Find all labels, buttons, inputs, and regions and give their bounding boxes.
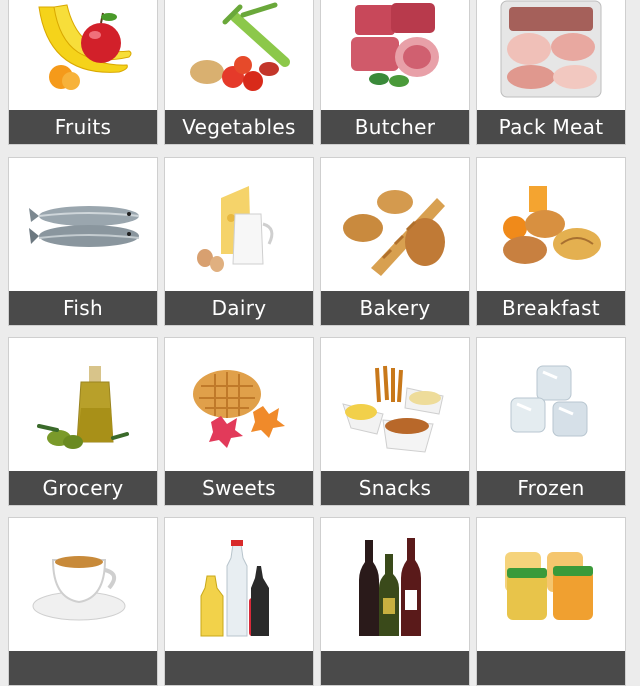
dairy-icon	[165, 158, 313, 291]
category-grid: Fruits Vegetables Butcher Pack Meat Fish…	[0, 0, 640, 686]
category-label: Frozen	[477, 471, 625, 505]
category-label: Snacks	[321, 471, 469, 505]
category-label: Breakfast	[477, 291, 625, 325]
category-tile-vegetables[interactable]: Vegetables	[164, 0, 314, 145]
butcher-icon	[321, 0, 469, 110]
sweets-icon	[165, 338, 313, 471]
category-tile-breakfast[interactable]: Breakfast	[476, 157, 626, 326]
category-tile-dairy[interactable]: Dairy	[164, 157, 314, 326]
category-label: Bakery	[321, 291, 469, 325]
frozen-icon	[477, 338, 625, 471]
pack-meat-icon	[477, 0, 625, 110]
category-tile-sweets[interactable]: Sweets	[164, 337, 314, 506]
category-label: Fruits	[9, 110, 157, 144]
category-label: Dairy	[165, 291, 313, 325]
drinks-icon	[165, 518, 313, 651]
category-tile-tea[interactable]	[8, 517, 158, 686]
category-label	[165, 651, 313, 685]
category-tile-fruits[interactable]: Fruits	[8, 0, 158, 145]
category-tile-wine[interactable]	[320, 517, 470, 686]
category-label: Grocery	[9, 471, 157, 505]
fish-icon	[9, 158, 157, 291]
category-tile-bakery[interactable]: Bakery	[320, 157, 470, 326]
baby-food-icon	[477, 518, 625, 651]
category-label: Sweets	[165, 471, 313, 505]
category-label	[321, 651, 469, 685]
category-tile-frozen[interactable]: Frozen	[476, 337, 626, 506]
tea-icon	[9, 518, 157, 651]
wine-icon	[321, 518, 469, 651]
category-label: Butcher	[321, 110, 469, 144]
category-label	[477, 651, 625, 685]
grocery-icon	[9, 338, 157, 471]
category-label: Fish	[9, 291, 157, 325]
category-tile-snacks[interactable]: Snacks	[320, 337, 470, 506]
category-tile-baby-food[interactable]	[476, 517, 626, 686]
category-tile-fish[interactable]: Fish	[8, 157, 158, 326]
category-tile-drinks[interactable]	[164, 517, 314, 686]
breakfast-icon	[477, 158, 625, 291]
snacks-icon	[321, 338, 469, 471]
fruits-icon	[9, 0, 157, 110]
category-label: Vegetables	[165, 110, 313, 144]
category-tile-pack-meat[interactable]: Pack Meat	[476, 0, 626, 145]
bakery-icon	[321, 158, 469, 291]
category-label: Pack Meat	[477, 110, 625, 144]
category-tile-grocery[interactable]: Grocery	[8, 337, 158, 506]
category-tile-butcher[interactable]: Butcher	[320, 0, 470, 145]
category-label	[9, 651, 157, 685]
vegetables-icon	[165, 0, 313, 110]
